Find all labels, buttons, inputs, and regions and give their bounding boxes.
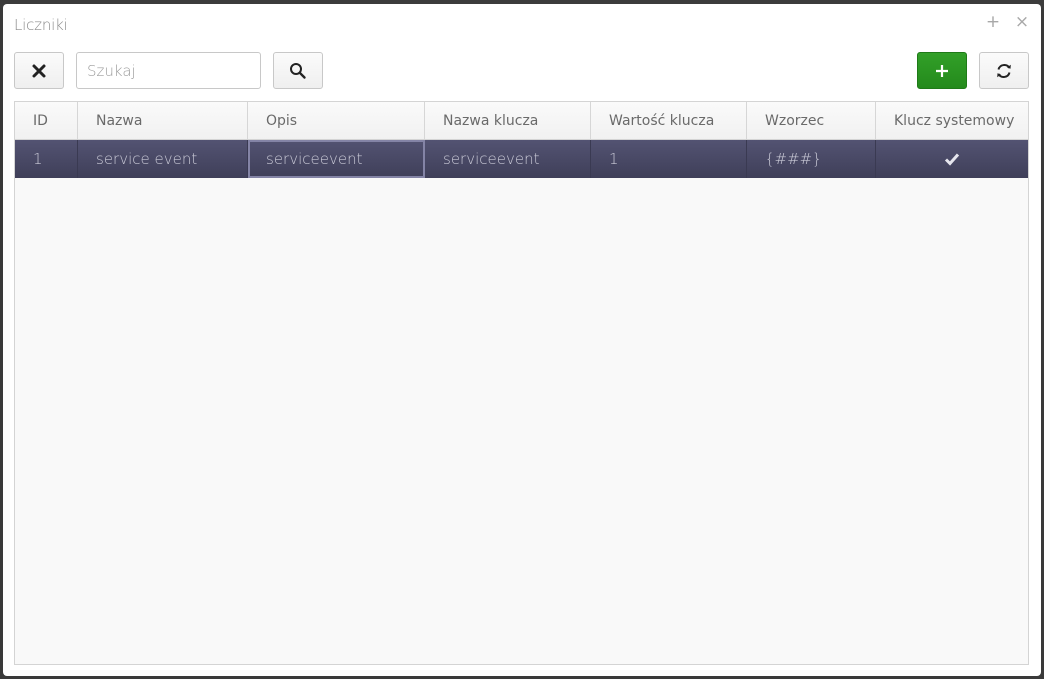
table-row[interactable]: 1 service event serviceevent serviceeven… [15,140,1028,178]
cell-nazwa[interactable]: service event [78,140,248,178]
cell-id[interactable]: 1 [15,140,78,178]
dialog-title: Liczniki [14,16,68,34]
add-button[interactable] [917,52,967,89]
column-header-id[interactable]: ID [15,102,78,139]
grid-header: ID Nazwa Opis Nazwa klucza Wartość klucz… [15,102,1028,140]
cell-wzorzec[interactable]: {###} [747,140,876,178]
search-icon [290,62,306,79]
column-header-wzorzec[interactable]: Wzorzec [747,102,876,139]
close-button[interactable]: × [1013,13,1031,31]
refresh-icon [997,63,1011,78]
cell-wartosc-klucza[interactable]: 1 [591,140,747,178]
cell-klucz-systemowy[interactable] [876,140,1028,178]
clear-search-button[interactable] [14,52,64,89]
x-icon [32,64,46,77]
column-header-nazwa[interactable]: Nazwa [78,102,248,139]
column-header-klucz-systemowy[interactable]: Klucz systemowy [876,102,1028,139]
search-input[interactable] [76,52,261,89]
cell-nazwa-klucza[interactable]: serviceevent [425,140,591,178]
column-header-wartosc-klucza[interactable]: Wartość klucza [591,102,747,139]
counters-grid: ID Nazwa Opis Nazwa klucza Wartość klucz… [14,101,1029,665]
checkmark-icon [944,153,960,166]
counters-dialog: Liczniki + × ID Nazwa Opi [3,4,1041,676]
column-header-opis[interactable]: Opis [248,102,425,139]
plus-icon: + [985,12,1001,32]
search-button[interactable] [273,52,323,89]
close-icon: × [1014,12,1030,32]
maximize-button[interactable]: + [984,13,1002,31]
cell-opis[interactable]: serviceevent [248,140,425,178]
plus-icon [936,64,948,77]
refresh-button[interactable] [979,52,1029,89]
column-header-nazwa-klucza[interactable]: Nazwa klucza [425,102,591,139]
